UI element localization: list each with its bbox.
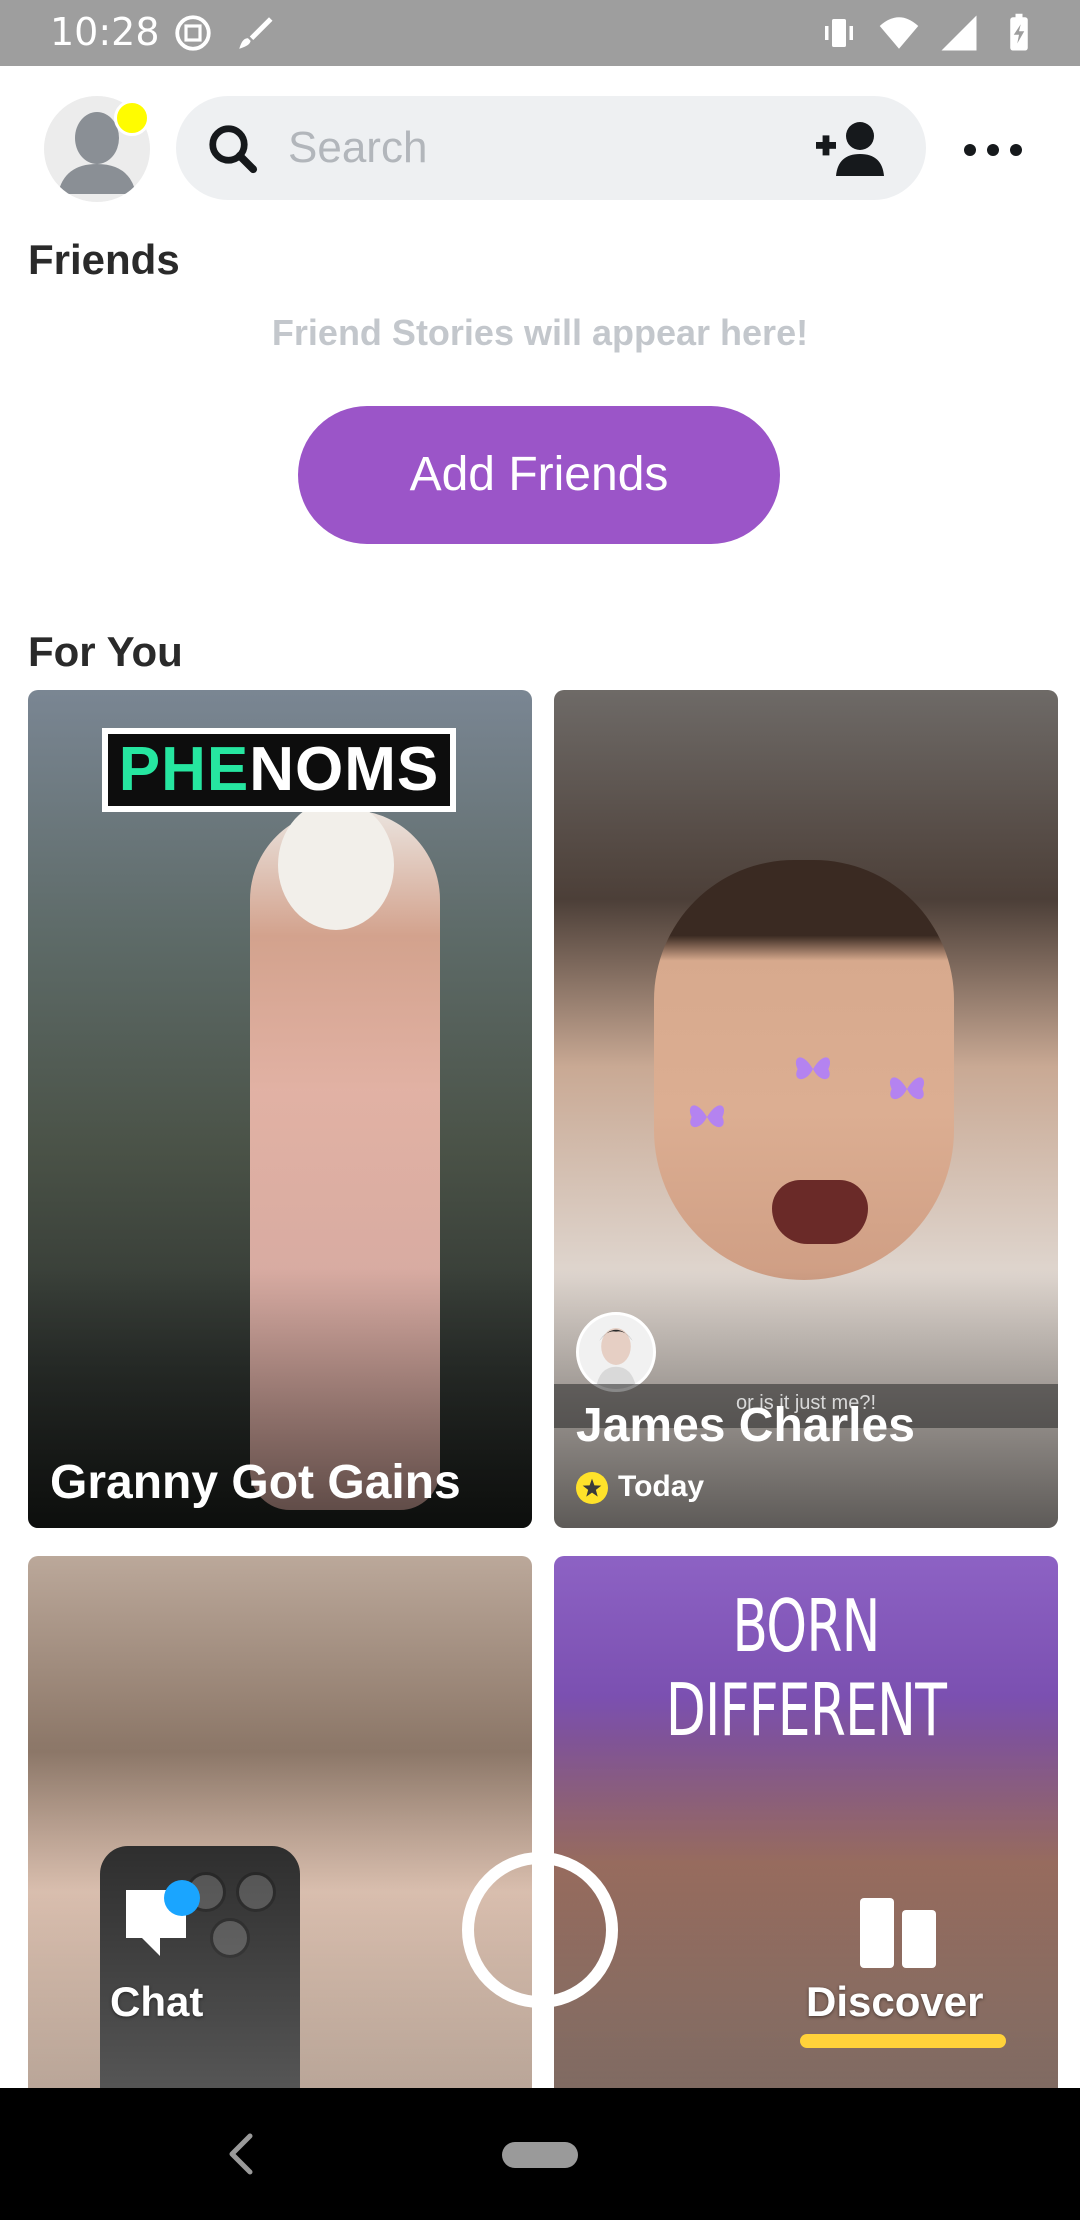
screenshot-icon: [175, 15, 211, 51]
discover-tab-label[interactable]: Discover: [806, 1978, 983, 2026]
system-navigation-bar: [0, 2088, 1080, 2220]
vibrate-icon: [825, 19, 853, 47]
search-input[interactable]: [288, 118, 768, 178]
friends-empty-message: Friend Stories will appear here!: [271, 312, 809, 353]
status-system-icons: [818, 12, 1040, 54]
search-icon: [209, 125, 258, 174]
friends-section-title: Friends: [28, 236, 180, 283]
story-timestamp: Today: [618, 1470, 705, 1503]
brush-icon: [239, 17, 273, 49]
story-card-selfie[interactable]: [28, 1556, 532, 2116]
story-card-james-charles[interactable]: or is it just me?! James Charles Today: [554, 690, 1058, 1528]
story-card-title: BORN DIFFERENT: [665, 1584, 947, 1752]
add-friend-icon[interactable]: [812, 118, 886, 178]
status-time: 10:28: [50, 10, 160, 54]
chat-tab-label[interactable]: Chat: [110, 1978, 203, 2026]
discover-active-indicator: [800, 2034, 1006, 2048]
story-card-title: James Charles: [576, 1399, 915, 1452]
home-icon[interactable]: [502, 2142, 578, 2168]
back-icon[interactable]: [218, 2126, 262, 2182]
story-card-born-different[interactable]: BORN DIFFERENT: [554, 1556, 1058, 2116]
butterfly-icon: [689, 1105, 725, 1128]
signal-icon: [941, 15, 977, 51]
search-bar[interactable]: [176, 96, 926, 200]
butterfly-icon: [795, 1057, 831, 1080]
more-icon[interactable]: [960, 130, 1026, 170]
for-you-section-title: For You: [28, 628, 183, 675]
story-card-title: Granny Got Gains: [50, 1456, 461, 1509]
camera-icon[interactable]: [462, 1852, 618, 2008]
butterfly-icon: [889, 1077, 925, 1100]
story-card-granny-got-gains[interactable]: PHENOMS Granny Got Gains: [28, 690, 532, 1528]
star-icon: [576, 1472, 608, 1504]
discover-icon[interactable]: [856, 1894, 940, 1972]
status-bar: 10:28: [0, 0, 1080, 66]
status-notification-icons: [172, 12, 276, 54]
story-thumbnail-head: [278, 800, 394, 930]
creator-avatar: [576, 1312, 656, 1392]
profile-notification-dot: [114, 100, 150, 136]
battery-icon: [1010, 13, 1028, 51]
wifi-icon: [879, 17, 919, 49]
chat-notification-dot: [164, 1880, 200, 1916]
logo-text-part2: NOMS: [249, 735, 440, 804]
add-friends-button[interactable]: Add Friends: [298, 406, 780, 544]
phenoms-logo: PHENOMS: [102, 728, 456, 812]
logo-text-part1: PHE: [118, 735, 250, 804]
